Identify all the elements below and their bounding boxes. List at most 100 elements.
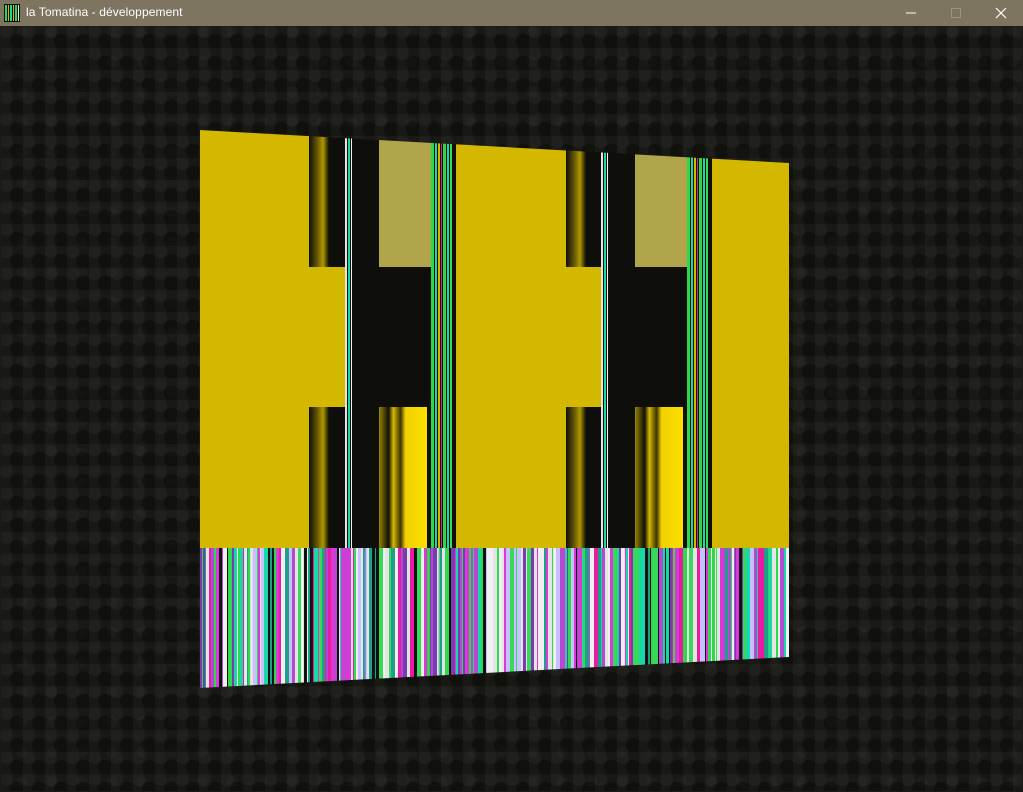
texture-stripe [307, 548, 308, 688]
texture-stripe [314, 548, 318, 688]
texture-stripe [658, 548, 659, 688]
close-button[interactable] [978, 0, 1023, 26]
texture-stripe [209, 548, 211, 688]
texture-stripe [780, 548, 784, 688]
texture-stripe [365, 548, 366, 688]
texture-stripe [458, 548, 460, 688]
title-bar[interactable]: la Tomatina - développement [0, 0, 1023, 26]
texture-stripe [758, 548, 761, 688]
texture-stripe [292, 548, 295, 688]
texture-stripe [736, 548, 739, 688]
stripe-band [200, 548, 789, 688]
texture-stripe [253, 548, 257, 688]
texture-stripe [602, 548, 605, 688]
texture-stripe [616, 548, 617, 688]
texture-stripe [784, 548, 786, 688]
texture-stripe [613, 548, 616, 688]
texture-stripe [244, 548, 246, 688]
texture-stripe [510, 548, 514, 688]
texture-stripe [481, 548, 483, 688]
texture-stripe [376, 548, 379, 688]
texture-stripe [735, 548, 736, 688]
texture-stripe [445, 548, 449, 688]
texture-stripe [537, 548, 538, 688]
texture-stripe [666, 548, 669, 688]
texture-stripe [645, 548, 648, 688]
texture-stripe [246, 548, 247, 688]
texture-stripe [724, 548, 725, 688]
texture-stripe [631, 548, 633, 688]
texture-stripe [689, 548, 693, 688]
texture-stripe [433, 548, 437, 688]
texture-stripe [639, 548, 641, 688]
texture-stripe [313, 548, 314, 688]
rendered-textured-wall [200, 130, 789, 688]
texture-stripe [540, 548, 544, 688]
texture-stripe [716, 548, 717, 688]
texture-stripe [778, 548, 780, 688]
texture-stripe [669, 548, 670, 688]
texture-stripe [372, 548, 375, 688]
texture-stripe [261, 548, 264, 688]
texture-stripe [534, 548, 537, 688]
texture-stripe [206, 548, 209, 688]
texture-stripe [589, 548, 590, 688]
texture-stripe [281, 548, 285, 688]
texture-stripe [258, 548, 260, 688]
texture-stripe [325, 548, 326, 688]
texture-stripe [451, 548, 455, 688]
texture-stripe [523, 548, 526, 688]
texture-stripe [598, 548, 601, 688]
texture-stripe [741, 548, 742, 688]
texture-stripe [410, 548, 414, 688]
texture-stripe [232, 548, 234, 688]
texture-stripe [260, 548, 261, 688]
texture-stripe [276, 548, 279, 688]
texture-stripe [567, 548, 568, 688]
texture-stripe [216, 548, 219, 688]
texture-stripe [328, 548, 331, 688]
texture-stripe [335, 548, 337, 688]
texture-stripe [462, 548, 463, 688]
texture-stripe [455, 548, 456, 688]
texture-stripe [659, 548, 663, 688]
texture-stripe [653, 548, 657, 688]
texture-stripe [699, 548, 700, 688]
texture-stripe [301, 548, 303, 688]
texture-stripe [734, 548, 735, 688]
texture-stripe [621, 548, 624, 688]
texture-stripe [493, 548, 497, 688]
texture-stripe [361, 548, 363, 688]
maximize-button[interactable] [933, 0, 979, 26]
texture-stripe [223, 548, 227, 688]
texture-stripe [469, 548, 471, 688]
texture-stripe [363, 548, 364, 688]
texture-stripe [327, 548, 328, 688]
texture-stripe [544, 548, 546, 688]
texture-stripe [322, 548, 325, 688]
texture-stripe [498, 548, 499, 688]
render-viewport[interactable] [1, 26, 1022, 791]
texture-stripe [750, 548, 754, 688]
texture-stripe [761, 548, 764, 688]
texture-stripe [438, 548, 439, 688]
texture-stripe [571, 548, 574, 688]
texture-stripe [648, 548, 650, 688]
app-stripes-icon [4, 4, 20, 22]
texture-stripe [227, 548, 228, 688]
texture-stripe [739, 548, 741, 688]
minimize-button[interactable] [888, 0, 934, 26]
texture-stripe [582, 548, 583, 688]
texture-stripe [504, 548, 506, 688]
texture-stripe [465, 548, 469, 688]
texture-stripe [712, 548, 715, 688]
texture-stripe [732, 548, 734, 688]
texture-stripe [625, 548, 626, 688]
texture-stripe [531, 548, 534, 688]
window-title: la Tomatina - développement [26, 5, 183, 19]
texture-stripe [395, 548, 398, 688]
texture-stripe [383, 548, 385, 688]
texture-stripe [618, 548, 619, 688]
texture-stripe [517, 548, 521, 688]
texture-stripe [514, 548, 516, 688]
